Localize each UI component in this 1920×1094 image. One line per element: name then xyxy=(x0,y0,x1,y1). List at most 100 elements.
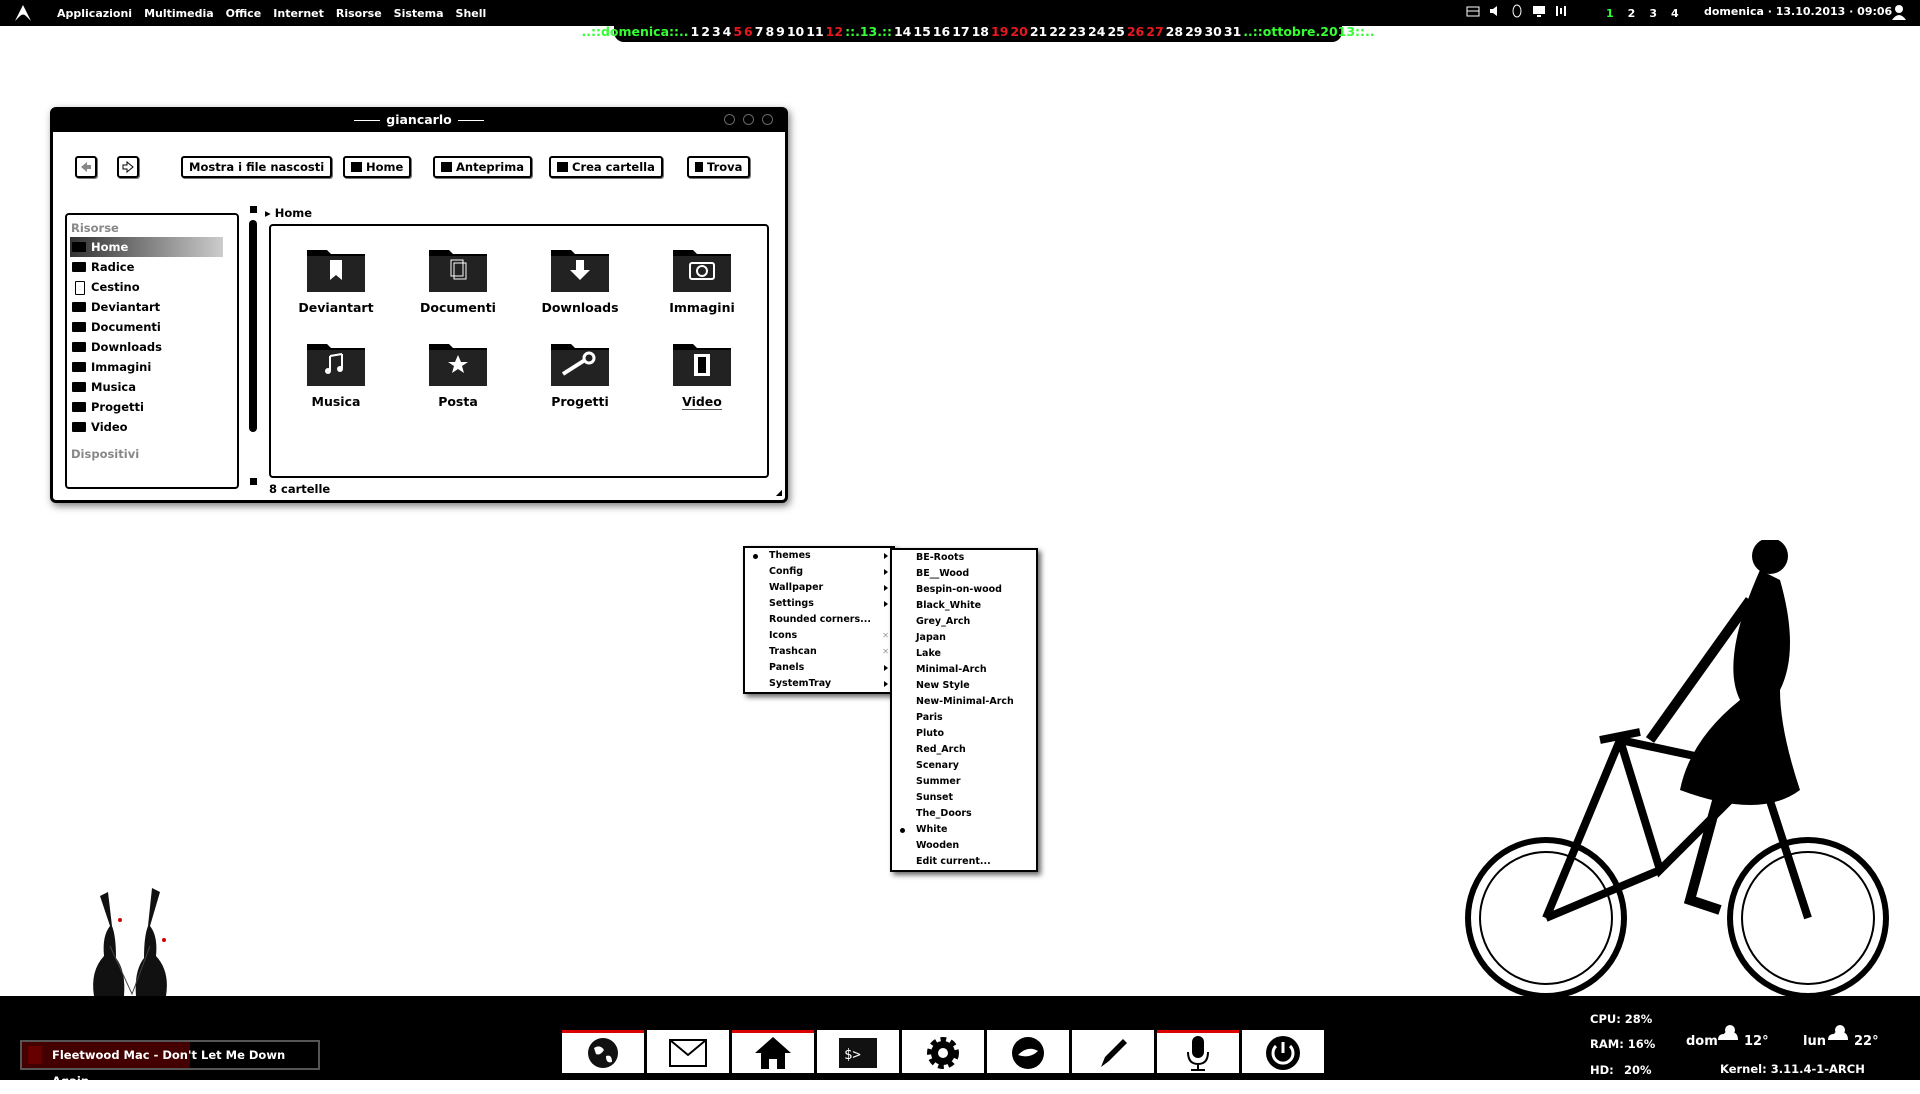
pane-splitter[interactable] xyxy=(249,220,257,432)
theme-summer[interactable]: Summer xyxy=(892,774,1036,790)
new-folder-button[interactable]: Crea cartella xyxy=(549,156,663,178)
dock-browser[interactable] xyxy=(562,1030,644,1073)
theme-new-style[interactable]: New Style xyxy=(892,678,1036,694)
maximize-button[interactable] xyxy=(743,114,754,125)
menu-item-themes[interactable]: Themes xyxy=(745,548,893,564)
theme-edit-current[interactable]: Edit current... xyxy=(892,854,1036,870)
window-titlebar[interactable]: giancarlo xyxy=(53,110,785,132)
desktop-4[interactable]: 4 xyxy=(1671,7,1679,20)
folder-posta[interactable]: Posta xyxy=(403,338,513,409)
dock-power[interactable] xyxy=(1242,1030,1324,1073)
theme-sunset[interactable]: Sunset xyxy=(892,790,1036,806)
menu-item-rounded-corners[interactable]: Rounded corners... xyxy=(745,612,893,628)
sidebar-item-cestino[interactable]: Cestino xyxy=(67,277,237,297)
resize-grip-icon[interactable]: ◢ xyxy=(776,488,782,497)
desktop-2[interactable]: 2 xyxy=(1628,7,1636,20)
dock-home[interactable] xyxy=(732,1030,814,1073)
dock-thunderbird[interactable] xyxy=(987,1030,1069,1073)
menu-item-panels[interactable]: Panels xyxy=(745,660,893,676)
sidebar-item-home[interactable]: Home xyxy=(70,237,223,257)
menu-item-trashcan[interactable]: Trashcan ✕ xyxy=(745,644,893,660)
bluetooth-icon[interactable] xyxy=(1510,4,1524,18)
menu-shell[interactable]: Shell xyxy=(456,7,487,20)
home-button[interactable]: Home xyxy=(343,156,412,178)
desktop-1[interactable]: 1 xyxy=(1606,7,1614,20)
sidebar-item-musica[interactable]: Musica xyxy=(67,377,237,397)
arch-logo-icon[interactable] xyxy=(14,4,32,22)
folder-video[interactable]: Video xyxy=(647,338,757,410)
theme-japan[interactable]: Japan xyxy=(892,630,1036,646)
menu-item-icons[interactable]: Icons ✕ xyxy=(745,628,893,644)
menu-item-settings[interactable]: Settings xyxy=(745,596,893,612)
theme-black-white[interactable]: Black_White xyxy=(892,598,1036,614)
dock-terminal[interactable]: $> xyxy=(817,1030,899,1073)
folder-deviantart[interactable]: Deviantart xyxy=(281,244,391,315)
menu-sistema[interactable]: Sistema xyxy=(394,7,444,20)
theme-paris[interactable]: Paris xyxy=(892,710,1036,726)
theme-minimal-arch[interactable]: Minimal-Arch xyxy=(892,662,1036,678)
folder-immagini[interactable]: Immagini xyxy=(647,244,757,315)
theme-wooden[interactable]: Wooden xyxy=(892,838,1036,854)
theme-white[interactable]: White xyxy=(892,822,1036,838)
theme-be-roots[interactable]: BE-Roots xyxy=(892,550,1036,566)
sidebar-item-downloads[interactable]: Downloads xyxy=(67,337,237,357)
sidebar-item-radice[interactable]: Radice xyxy=(67,257,237,277)
folder-documenti[interactable]: Documenti xyxy=(403,244,513,315)
back-button[interactable] xyxy=(75,156,97,178)
folder-downloads[interactable]: Downloads xyxy=(525,244,635,315)
show-hidden-button[interactable]: Mostra i file nascosti xyxy=(181,156,333,178)
menu-risorse[interactable]: Risorse xyxy=(336,7,382,20)
breadcrumb-home[interactable]: Home xyxy=(275,206,312,220)
sidebar-item-progetti[interactable]: Progetti xyxy=(67,397,237,417)
sidebar-item-label: Deviantart xyxy=(91,300,161,314)
menu-office[interactable]: Office xyxy=(226,7,262,20)
theme-be-wood[interactable]: BE__Wood xyxy=(892,566,1036,582)
dock-mail[interactable] xyxy=(647,1030,729,1073)
svg-text:$>: $> xyxy=(844,1047,861,1063)
sidebar-item-video[interactable]: Video xyxy=(67,417,237,437)
sidebar-item-deviantart[interactable]: Deviantart xyxy=(67,297,237,317)
splitter-handle[interactable] xyxy=(250,478,257,485)
theme-grey-arch[interactable]: Grey_Arch xyxy=(892,614,1036,630)
theme-lake[interactable]: Lake xyxy=(892,646,1036,662)
theme-the-doors[interactable]: The_Doors xyxy=(892,806,1036,822)
breadcrumb[interactable]: ▸ Home xyxy=(265,206,312,220)
sidebar-item-documenti[interactable]: Documenti xyxy=(67,317,237,337)
dock-settings[interactable] xyxy=(902,1030,984,1073)
theme-red-arch[interactable]: Red_Arch xyxy=(892,742,1036,758)
dock-recorder[interactable] xyxy=(1157,1030,1239,1073)
volume-icon[interactable] xyxy=(1488,4,1502,18)
close-button[interactable] xyxy=(762,114,773,125)
sidebar-item-label: Home xyxy=(91,240,129,254)
desktop-3[interactable]: 3 xyxy=(1649,7,1657,20)
theme-pluto[interactable]: Pluto xyxy=(892,726,1036,742)
film-icon xyxy=(441,162,452,172)
dock-editor[interactable] xyxy=(1072,1030,1154,1073)
menu-item-systemtray[interactable]: SystemTray xyxy=(745,676,893,692)
documents-icon xyxy=(429,250,487,292)
folder-progetti[interactable]: Progetti xyxy=(525,338,635,409)
network-icon[interactable] xyxy=(1554,4,1568,18)
forward-button[interactable] xyxy=(117,156,139,178)
menu-applicazioni[interactable]: Applicazioni xyxy=(57,7,132,20)
folder-musica[interactable]: Musica xyxy=(281,338,391,409)
now-playing-widget[interactable]: Fleetwood Mac - Don't Let Me Down Again xyxy=(20,1040,320,1088)
menu-internet[interactable]: Internet xyxy=(273,7,324,20)
menu-item-wallpaper[interactable]: Wallpaper xyxy=(745,580,893,596)
calendar-weekend: 19 xyxy=(991,23,1009,39)
minimize-button[interactable] xyxy=(724,114,735,125)
theme-bespin-on-wood[interactable]: Bespin-on-wood xyxy=(892,582,1036,598)
sidebar-item-label: Documenti xyxy=(91,320,161,334)
keyboard-icon[interactable] xyxy=(1466,4,1480,18)
menu-item-config[interactable]: Config xyxy=(745,564,893,580)
clock[interactable]: domenica · 13.10.2013 · 09:06 xyxy=(1704,5,1892,18)
theme-new-minimal-arch[interactable]: New-Minimal-Arch xyxy=(892,694,1036,710)
splitter-handle[interactable] xyxy=(250,206,257,213)
sidebar-item-immagini[interactable]: Immagini xyxy=(67,357,237,377)
preview-button[interactable]: Anteprima xyxy=(433,156,532,178)
user-icon[interactable] xyxy=(1892,4,1906,20)
find-button[interactable]: Trova xyxy=(687,156,751,178)
display-icon[interactable] xyxy=(1532,4,1546,18)
theme-scenary[interactable]: Scenary xyxy=(892,758,1036,774)
menu-multimedia[interactable]: Multimedia xyxy=(144,7,214,20)
